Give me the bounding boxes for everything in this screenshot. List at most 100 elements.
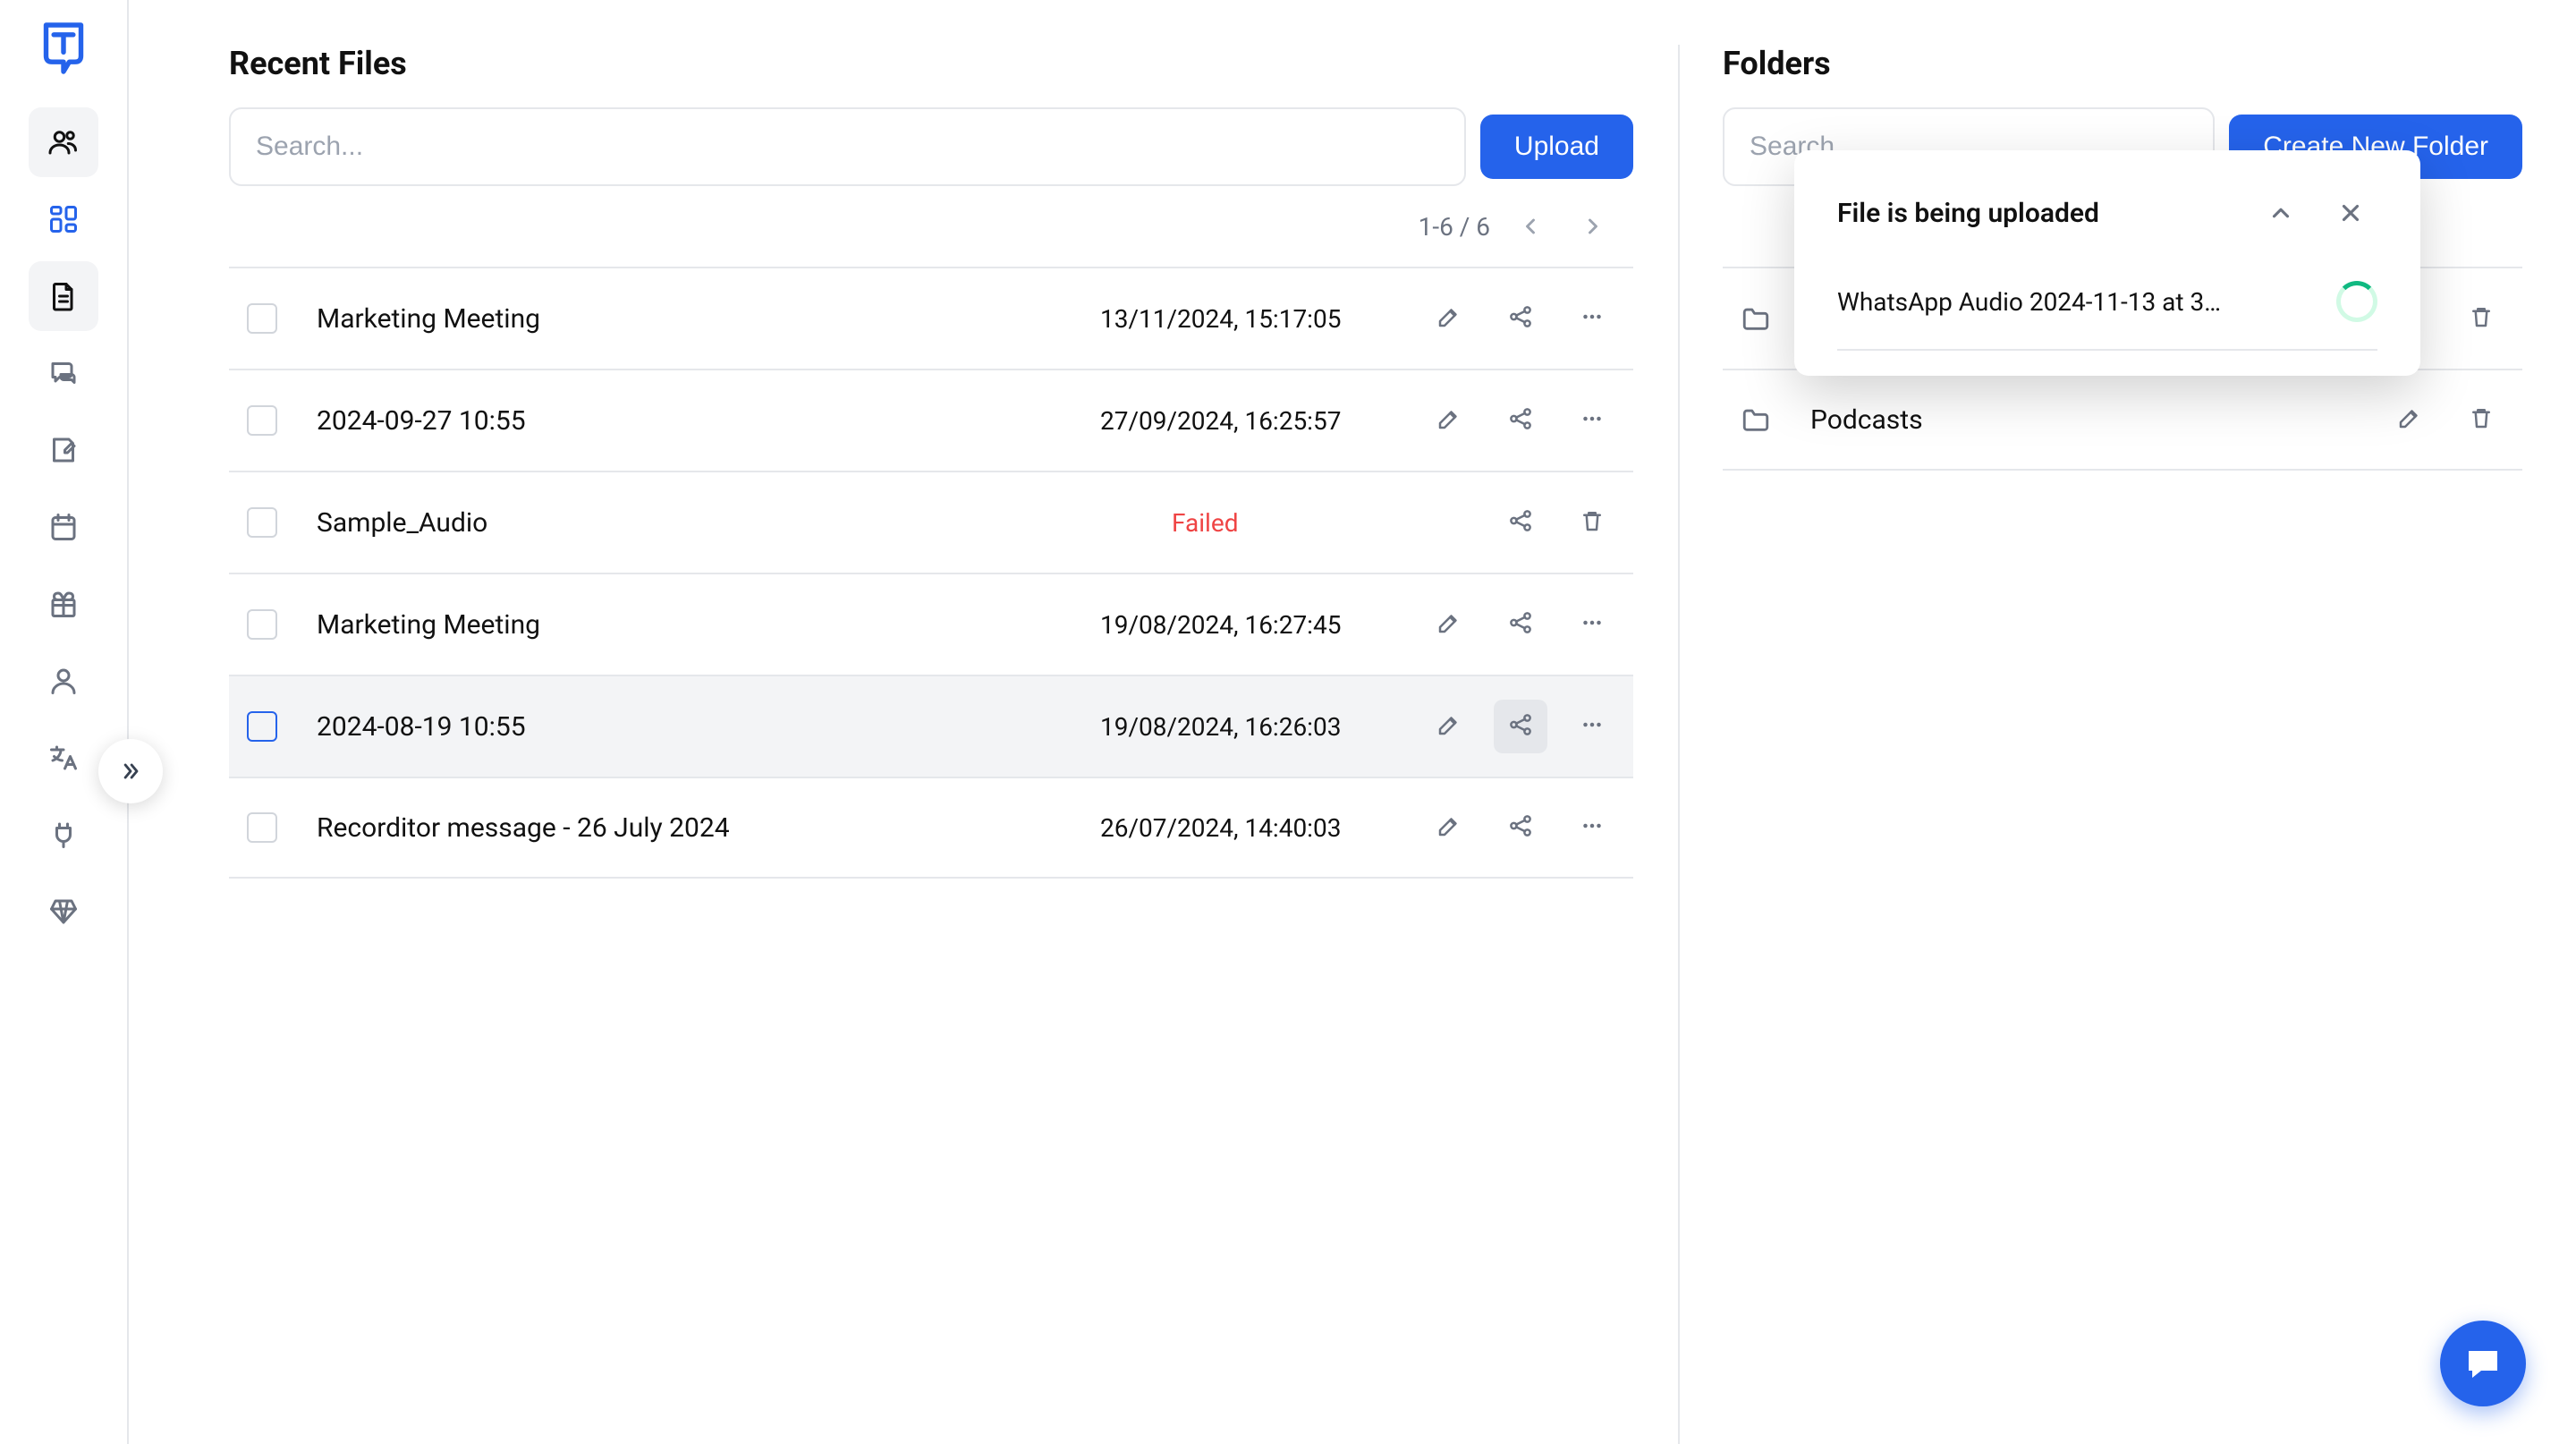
- file-date: 19/08/2024, 16:26:03: [1100, 712, 1404, 742]
- share-icon: [1507, 507, 1534, 538]
- edit-icon: [1436, 405, 1462, 436]
- file-date: 27/09/2024, 16:25:57: [1100, 406, 1404, 436]
- file-checkbox[interactable]: [247, 711, 277, 742]
- files-title: Recent Files: [229, 45, 1633, 82]
- folder-row[interactable]: Podcasts: [1723, 369, 2522, 471]
- file-list: Marketing Meeting13/11/2024, 15:17:05202…: [229, 267, 1633, 879]
- page-prev-button[interactable]: [1508, 204, 1553, 249]
- trash-icon: [2468, 404, 2495, 435]
- edit-button[interactable]: [1422, 292, 1476, 345]
- file-row[interactable]: Sample_Audio Failed: [229, 471, 1633, 573]
- toast-collapse-button[interactable]: [2254, 186, 2308, 240]
- nav-notes[interactable]: [29, 415, 98, 485]
- file-checkbox[interactable]: [247, 405, 277, 436]
- edit-button[interactable]: [1422, 394, 1476, 447]
- file-name: Marketing Meeting: [317, 609, 1082, 641]
- toast-close-button[interactable]: [2324, 186, 2377, 240]
- edit-icon: [2396, 404, 2423, 435]
- more-icon: [1579, 303, 1606, 334]
- files-panel: Recent Files Upload 1-6 / 6 Marketing Me…: [229, 45, 1678, 1444]
- edit-button[interactable]: [1422, 801, 1476, 854]
- more-button[interactable]: [1565, 700, 1619, 753]
- sidebar-expand-button[interactable]: [98, 739, 163, 803]
- nav-premium[interactable]: [29, 877, 98, 947]
- toast-upload-item: WhatsApp Audio 2024-11-13 at 3…: [1837, 265, 2377, 351]
- file-row[interactable]: Marketing Meeting 19/08/2024, 16:27:45: [229, 573, 1633, 675]
- upload-button[interactable]: Upload: [1480, 115, 1633, 179]
- more-button[interactable]: [1565, 394, 1619, 447]
- nav-gift[interactable]: [29, 569, 98, 639]
- toast-title: File is being uploaded: [1837, 198, 2099, 229]
- edit-button[interactable]: [1422, 700, 1476, 753]
- file-status: Failed: [1172, 508, 1476, 538]
- share-icon: [1507, 405, 1534, 436]
- more-button[interactable]: [1565, 292, 1619, 345]
- files-search-input[interactable]: [229, 107, 1466, 186]
- nav-chat[interactable]: [29, 338, 98, 408]
- edit-icon: [1436, 303, 1462, 334]
- trash-icon: [2468, 303, 2495, 334]
- file-name: Marketing Meeting: [317, 303, 1082, 335]
- folder-name: Podcasts: [1810, 404, 2365, 436]
- nav-calendar[interactable]: [29, 492, 98, 562]
- chat-fab-button[interactable]: [2440, 1321, 2526, 1406]
- file-row[interactable]: 2024-09-27 10:55 27/09/2024, 16:25:57: [229, 369, 1633, 471]
- file-checkbox[interactable]: [247, 812, 277, 843]
- pagination: 1-6 / 6: [229, 186, 1633, 267]
- more-icon: [1579, 609, 1606, 640]
- folders-title: Folders: [1723, 45, 2522, 82]
- file-name: Sample_Audio: [317, 507, 1154, 539]
- file-name: 2024-09-27 10:55: [317, 405, 1082, 437]
- edit-icon: [1436, 609, 1462, 640]
- toast-file-name: WhatsApp Audio 2024-11-13 at 3…: [1837, 287, 2221, 317]
- nav-contacts[interactable]: [29, 107, 98, 177]
- share-button[interactable]: [1494, 496, 1547, 549]
- folder-icon: [1741, 404, 1771, 435]
- more-button[interactable]: [1565, 801, 1619, 854]
- file-name: 2024-08-19 10:55: [317, 711, 1082, 743]
- share-icon: [1507, 711, 1534, 742]
- file-checkbox[interactable]: [247, 507, 277, 538]
- sidebar: [0, 0, 129, 1444]
- share-button[interactable]: [1494, 598, 1547, 651]
- share-icon: [1507, 609, 1534, 640]
- page-info: 1-6 / 6: [1419, 212, 1490, 242]
- more-icon: [1579, 711, 1606, 742]
- edit-icon: [1436, 711, 1462, 742]
- nav-integrations[interactable]: [29, 800, 98, 870]
- nav-translate[interactable]: [29, 723, 98, 793]
- more-button[interactable]: [1565, 598, 1619, 651]
- page-next-button[interactable]: [1571, 204, 1615, 249]
- share-button[interactable]: [1494, 700, 1547, 753]
- more-icon: [1579, 812, 1606, 843]
- nav-files[interactable]: [29, 261, 98, 331]
- folder-delete-button[interactable]: [2454, 292, 2508, 345]
- file-date: 19/08/2024, 16:27:45: [1100, 610, 1404, 640]
- nav-dashboard[interactable]: [29, 184, 98, 254]
- logo: [38, 16, 89, 81]
- trash-icon: [1579, 507, 1606, 538]
- upload-toast: File is being uploaded WhatsApp Audio 20…: [1794, 150, 2420, 376]
- file-checkbox[interactable]: [247, 609, 277, 640]
- folder-edit-button[interactable]: [2383, 393, 2436, 446]
- file-row[interactable]: Marketing Meeting13/11/2024, 15:17:05: [229, 267, 1633, 369]
- share-icon: [1507, 303, 1534, 334]
- delete-button[interactable]: [1565, 496, 1619, 549]
- file-row[interactable]: Recorditor message - 26 July 2024 26/07/2…: [229, 777, 1633, 879]
- edit-button[interactable]: [1422, 598, 1476, 651]
- share-icon: [1507, 812, 1534, 843]
- folder-icon: [1741, 303, 1771, 334]
- file-checkbox[interactable]: [247, 303, 277, 334]
- upload-spinner-icon: [2336, 281, 2377, 322]
- share-button[interactable]: [1494, 394, 1547, 447]
- file-date: 26/07/2024, 14:40:03: [1100, 813, 1404, 843]
- edit-icon: [1436, 812, 1462, 843]
- folders-panel: Folders Create New Folder RecordingsPodc…: [1678, 45, 2522, 1444]
- share-button[interactable]: [1494, 292, 1547, 345]
- nav-profile[interactable]: [29, 646, 98, 716]
- folder-delete-button[interactable]: [2454, 393, 2508, 446]
- file-row[interactable]: 2024-08-19 10:55 19/08/2024, 16:26:03: [229, 675, 1633, 777]
- share-button[interactable]: [1494, 801, 1547, 854]
- file-name: Recorditor message - 26 July 2024: [317, 812, 1082, 844]
- more-icon: [1579, 405, 1606, 436]
